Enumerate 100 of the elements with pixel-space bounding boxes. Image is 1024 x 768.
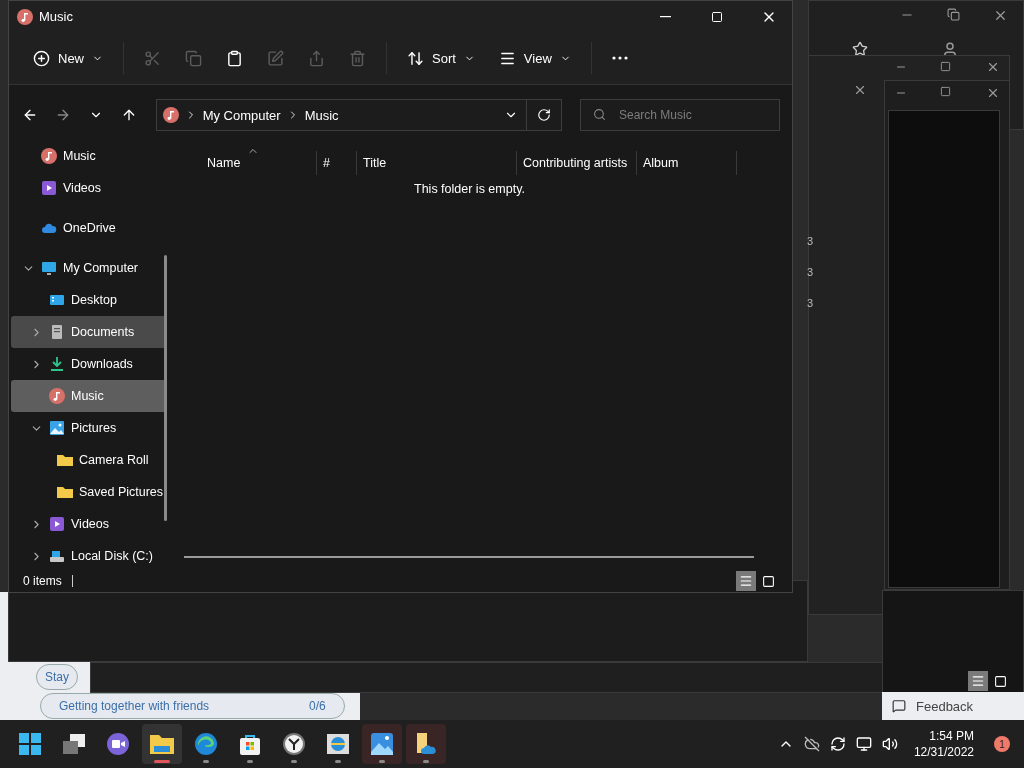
sidebar-label: Downloads	[71, 357, 133, 371]
copy-icon	[185, 49, 202, 67]
sort-icon	[407, 49, 424, 67]
close-icon[interactable]	[986, 60, 1000, 74]
notification-badge[interactable]: 1	[994, 736, 1010, 752]
search-field[interactable]: Search Music	[580, 99, 780, 131]
sidebar-item[interactable]: Local Disk (C:)	[11, 540, 167, 570]
column-header[interactable]: Album	[637, 151, 737, 175]
clock[interactable]: 1:54 PM 12/31/2022	[913, 728, 974, 760]
sidebar-item[interactable]: Saved Pictures	[11, 476, 167, 508]
column-header[interactable]: Name	[177, 151, 317, 175]
document-icon	[49, 324, 65, 340]
sidebar-item[interactable]: Downloads	[11, 348, 167, 380]
sidebar-label: Documents	[71, 325, 135, 339]
cloud-off-icon	[803, 736, 820, 752]
refresh-icon	[537, 108, 551, 122]
folder-icon	[57, 453, 73, 467]
sidebar-label: Videos	[63, 181, 101, 195]
film-icon	[41, 180, 57, 196]
new-button[interactable]: New	[21, 40, 115, 76]
list-icon	[971, 674, 985, 688]
breadcrumb[interactable]: Music	[304, 107, 339, 123]
picture-icon	[49, 420, 65, 436]
sidebar-item[interactable]: OneDrive	[11, 212, 167, 244]
maximize-icon[interactable]	[940, 86, 951, 97]
column-header[interactable]: Title	[357, 151, 517, 175]
sidebar-item[interactable]: My Computer	[11, 252, 167, 284]
close-icon[interactable]	[986, 86, 1000, 100]
folder-cloud-icon	[414, 732, 438, 756]
pill-button[interactable]: Getting together with friends 0/6	[40, 693, 345, 719]
sync-icon	[829, 736, 846, 752]
view-button[interactable]: View	[486, 40, 583, 76]
list-icon	[739, 574, 753, 588]
sidebar-item[interactable]: Videos	[11, 172, 167, 204]
sidebar-label: My Computer	[63, 261, 139, 275]
globe-icon	[326, 732, 350, 756]
column-header[interactable]: #	[317, 151, 357, 175]
pill-button[interactable]: Stay	[36, 664, 78, 690]
minimize-icon	[659, 15, 671, 18]
music-note-icon	[41, 148, 57, 164]
maximize-icon	[711, 10, 723, 23]
video-chat-icon	[106, 732, 130, 756]
sidebar-label: Music	[63, 149, 96, 163]
sidebar-item[interactable]: Videos	[11, 508, 167, 540]
music-note-icon	[162, 107, 179, 123]
desktop-icon	[49, 292, 65, 308]
browser-icon	[194, 732, 218, 756]
breadcrumb[interactable]: My Computer	[202, 107, 281, 123]
plus-icon	[33, 49, 50, 67]
item-count: 0 items	[23, 574, 62, 588]
sort-button[interactable]: Sort	[395, 40, 487, 76]
more-icon	[611, 56, 628, 60]
task-view-icon	[62, 733, 86, 755]
sidebar-label: Pictures	[71, 421, 117, 435]
monitor-icon	[41, 260, 57, 276]
square-icon	[761, 574, 775, 588]
window-title: Music	[39, 9, 74, 24]
share-icon	[308, 49, 325, 67]
sidebar-label: Saved Pictures	[79, 485, 164, 499]
maximize-icon[interactable]	[940, 61, 951, 72]
folder-icon	[150, 733, 174, 755]
folder-icon	[57, 485, 73, 499]
cloud-icon	[41, 222, 57, 234]
photo-icon	[370, 732, 394, 756]
search-icon	[593, 108, 606, 121]
clock-icon	[282, 732, 306, 756]
shopping-bag-icon	[238, 732, 262, 756]
sidebar-item[interactable]: Pictures	[11, 412, 167, 444]
background-text: 3	[807, 235, 814, 247]
sidebar-item[interactable]: Music	[11, 380, 167, 412]
address-bar[interactable]: My Computer Music	[155, 99, 562, 131]
empty-folder-message: This folder is empty.	[413, 182, 526, 196]
column-header[interactable]: Contributing artists	[517, 151, 637, 175]
sidebar-label: Local Disk (C:)	[71, 549, 153, 563]
windows-logo-icon	[19, 733, 41, 755]
taskbar-app[interactable]	[142, 724, 182, 764]
taskbar-app[interactable]	[362, 724, 402, 764]
download-icon	[49, 356, 65, 372]
taskbar-app[interactable]	[406, 724, 446, 764]
star-icon[interactable]	[852, 41, 868, 57]
square-icon	[993, 674, 1007, 688]
sidebar-item[interactable]: Camera Roll	[11, 444, 167, 476]
rename-icon	[267, 49, 284, 67]
trash-icon	[349, 49, 366, 67]
sidebar-label: Desktop	[71, 293, 117, 307]
sidebar-label: OneDrive	[63, 221, 116, 235]
sidebar-item[interactable]: Desktop	[11, 284, 167, 316]
close-icon[interactable]	[853, 83, 867, 97]
music-note-icon	[49, 388, 65, 404]
restore-icon[interactable]	[947, 8, 960, 21]
feedback-icon	[892, 699, 906, 713]
sidebar-item[interactable]: Documents	[11, 316, 167, 348]
sidebar-item[interactable]: Music	[11, 140, 167, 172]
film-icon	[49, 516, 65, 532]
background-text: 3	[807, 266, 814, 278]
music-note-icon	[17, 8, 33, 25]
volume-icon	[881, 736, 898, 752]
clipboard-icon	[226, 49, 243, 67]
close-icon[interactable]	[993, 8, 1008, 23]
scissors-icon	[144, 49, 161, 67]
